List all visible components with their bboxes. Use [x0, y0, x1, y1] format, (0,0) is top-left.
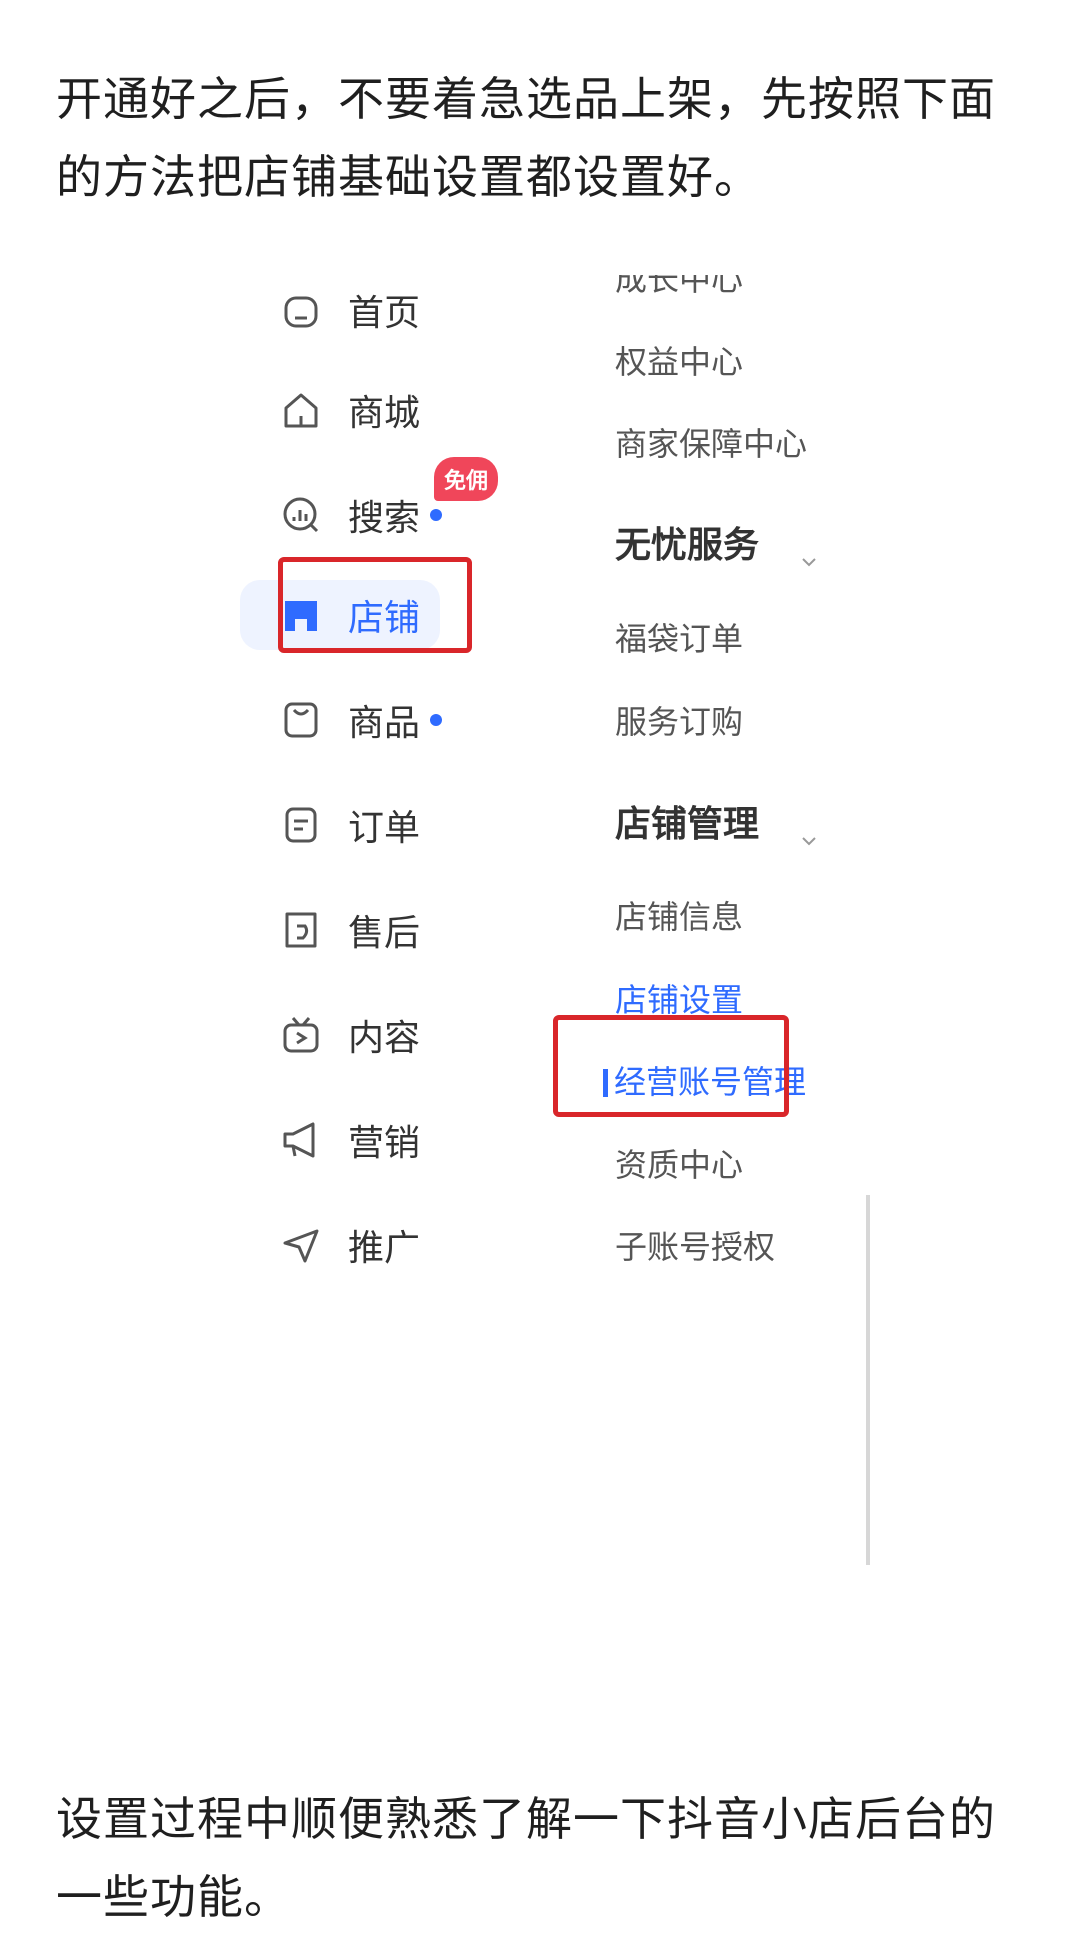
- marketing-icon: [278, 1117, 324, 1163]
- aftersale-icon: [278, 907, 324, 953]
- sidebar-item-content[interactable]: 内容: [240, 1000, 470, 1070]
- product-icon: [278, 697, 324, 743]
- sidebar-item-search[interactable]: 搜索: [240, 480, 470, 550]
- submenu-item-service-purchase[interactable]: 服务订购: [615, 700, 743, 744]
- notification-dot: [430, 714, 443, 726]
- submenu-group-title: 无忧服务: [615, 525, 760, 566]
- promotion-icon: [278, 1222, 324, 1268]
- mall-icon: [278, 387, 324, 433]
- notification-dot: [430, 509, 443, 521]
- order-icon: [278, 802, 324, 848]
- sidebar-item-label: 商品: [348, 703, 421, 744]
- sidebar-item-label: 搜索: [348, 498, 421, 539]
- sidebar-item-promotion[interactable]: 推广: [240, 1210, 470, 1280]
- sidebar-item-product[interactable]: 商品: [240, 685, 470, 755]
- search-icon: [278, 492, 324, 538]
- home-icon: [278, 287, 324, 333]
- sidebar-item-label: 首页: [348, 293, 421, 334]
- highlight-box-store: [278, 557, 472, 653]
- submenu-item-store-info[interactable]: 店铺信息: [615, 895, 743, 939]
- highlight-box-account-management: [553, 1015, 789, 1117]
- outro-paragraph: 设置过程中顺便熟悉了解一下抖音小店后台的一些功能。: [56, 1792, 996, 1924]
- embedded-screenshot: 首页 商城 免佣 搜索 店铺 商品 订单 售后 内容 营销 推广 成长中心 权益…: [210, 275, 874, 1665]
- sidebar-item-home[interactable]: 首页: [240, 275, 470, 345]
- submenu-group-title: 店铺管理: [615, 804, 760, 845]
- submenu-item-growth-center[interactable]: 成长中心: [615, 275, 743, 301]
- submenu-item-merchant-guarantee[interactable]: 商家保障中心: [615, 422, 807, 466]
- sidebar-item-order[interactable]: 订单: [240, 790, 470, 860]
- submenu-item-benefits-center[interactable]: 权益中心: [615, 340, 743, 384]
- sidebar-item-marketing[interactable]: 营销: [240, 1105, 470, 1175]
- submenu-item-subaccount-auth[interactable]: 子账号授权: [615, 1225, 775, 1269]
- sidebar-item-label: 推广: [348, 1228, 421, 1269]
- submenu-group-worry-free[interactable]: 无忧服务: [615, 521, 819, 571]
- chevron-down-icon: [799, 815, 819, 846]
- sidebar-item-aftersale[interactable]: 售后: [240, 895, 470, 965]
- sidebar-item-label: 内容: [348, 1018, 421, 1059]
- submenu-item-qualification-center[interactable]: 资质中心: [615, 1143, 743, 1187]
- content-icon: [278, 1012, 324, 1058]
- sidebar-item-mall[interactable]: 商城: [240, 375, 470, 445]
- scrollbar[interactable]: [866, 1195, 870, 1565]
- sidebar-item-label: 售后: [348, 913, 421, 954]
- sidebar-item-label: 营销: [348, 1123, 421, 1164]
- submenu-group-store-management[interactable]: 店铺管理: [615, 800, 819, 850]
- sidebar-item-label: 订单: [348, 808, 421, 849]
- sidebar-item-label: 商城: [348, 393, 421, 434]
- submenu-item-lucky-bag-orders[interactable]: 福袋订单: [615, 617, 743, 661]
- chevron-down-icon: [799, 536, 819, 567]
- intro-paragraph: 开通好之后，不要着急选品上架，先按照下面的方法把店铺基础设置都设置好。: [56, 72, 996, 204]
